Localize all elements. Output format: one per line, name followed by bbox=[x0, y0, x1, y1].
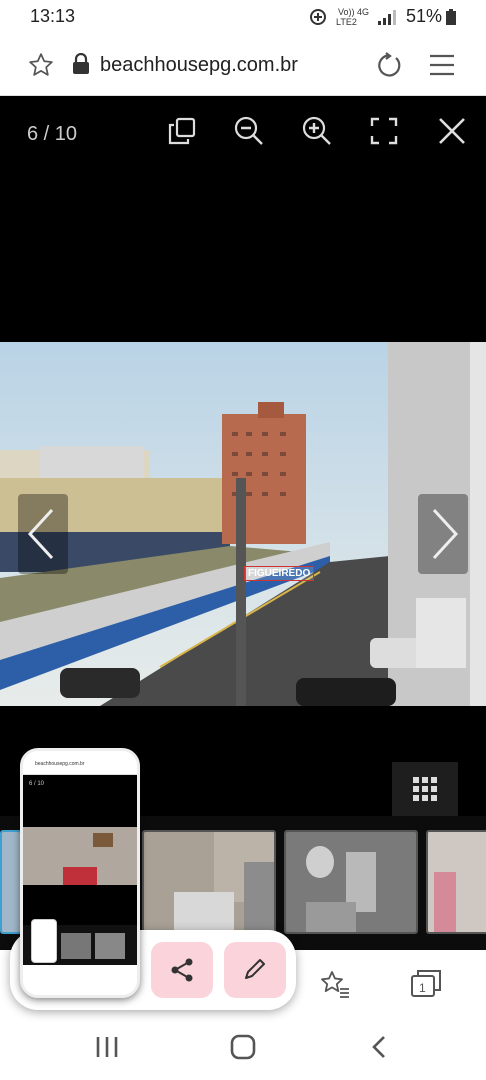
svg-text:1: 1 bbox=[419, 981, 426, 995]
network-label: Vo)) 4G bbox=[338, 7, 370, 17]
thumbnail-current[interactable] bbox=[0, 830, 22, 934]
copy-icon[interactable] bbox=[168, 117, 196, 145]
network-sim-label: LTE2 bbox=[336, 17, 357, 27]
battery-percent: 51% bbox=[406, 6, 443, 26]
share-button[interactable] bbox=[151, 942, 213, 998]
signal-strength-icon bbox=[378, 10, 396, 25]
mini-photo bbox=[23, 827, 137, 885]
tabs-icon[interactable]: 1 bbox=[410, 968, 442, 998]
mini-bottom-bar bbox=[23, 965, 137, 995]
mini-thumb-strip bbox=[23, 919, 137, 965]
url-text[interactable]: beachhousepg.com.br bbox=[100, 54, 298, 77]
chevron-right-icon bbox=[432, 508, 459, 560]
close-icon[interactable] bbox=[438, 117, 466, 145]
chevron-left-icon bbox=[27, 508, 54, 560]
home-icon[interactable] bbox=[230, 1034, 256, 1060]
status-bar: 13:13 Vo)) 4G LTE2 51% bbox=[0, 0, 486, 34]
grid-icon bbox=[413, 777, 437, 801]
signal-indicators: Vo)) 4G LTE2 bbox=[310, 7, 400, 28]
system-navigation-bar bbox=[0, 1014, 486, 1080]
fullscreen-icon[interactable] bbox=[370, 117, 398, 145]
next-image-button[interactable] bbox=[418, 494, 468, 574]
reload-icon[interactable] bbox=[376, 52, 402, 78]
bookmark-star-icon[interactable] bbox=[28, 52, 54, 78]
previous-image-button[interactable] bbox=[18, 494, 68, 574]
image-counter: 6 / 10 bbox=[27, 123, 78, 145]
watermark-logo: FIGUEIREDO bbox=[244, 566, 315, 581]
thumbnail-8[interactable] bbox=[284, 830, 418, 934]
thumbnail-9[interactable] bbox=[426, 830, 486, 934]
share-icon bbox=[171, 958, 193, 982]
bookmarks-icon[interactable] bbox=[320, 970, 350, 998]
zoom-out-icon[interactable] bbox=[234, 116, 264, 146]
recent-apps-icon[interactable] bbox=[96, 1036, 118, 1058]
browser-address-bar: beachhousepg.com.br bbox=[0, 34, 486, 96]
pencil-icon bbox=[245, 959, 265, 979]
zoom-in-icon[interactable] bbox=[302, 116, 332, 146]
edit-button[interactable] bbox=[224, 942, 286, 998]
data-saver-icon bbox=[310, 9, 326, 25]
lock-icon bbox=[72, 53, 90, 75]
mini-url-text: beachhousepg.com.br bbox=[35, 761, 85, 767]
battery-icon bbox=[446, 9, 456, 25]
mini-counter: 6 / 10 bbox=[29, 781, 45, 787]
clock: 13:13 bbox=[30, 6, 76, 26]
screenshot-thumbnail[interactable]: beachhousepg.com.br 6 / 10 bbox=[20, 748, 140, 998]
back-icon[interactable] bbox=[370, 1035, 388, 1059]
main-photo: FIGUEIREDO bbox=[0, 342, 486, 706]
thumbnail-grid-button[interactable] bbox=[392, 762, 458, 816]
mini-address-bar: beachhousepg.com.br bbox=[23, 751, 137, 775]
lightbox-toolbar: 6 / 10 bbox=[0, 97, 486, 167]
mini-viewer: 6 / 10 bbox=[23, 775, 137, 925]
menu-icon[interactable] bbox=[430, 54, 454, 76]
thumbnail-7[interactable] bbox=[142, 830, 276, 934]
